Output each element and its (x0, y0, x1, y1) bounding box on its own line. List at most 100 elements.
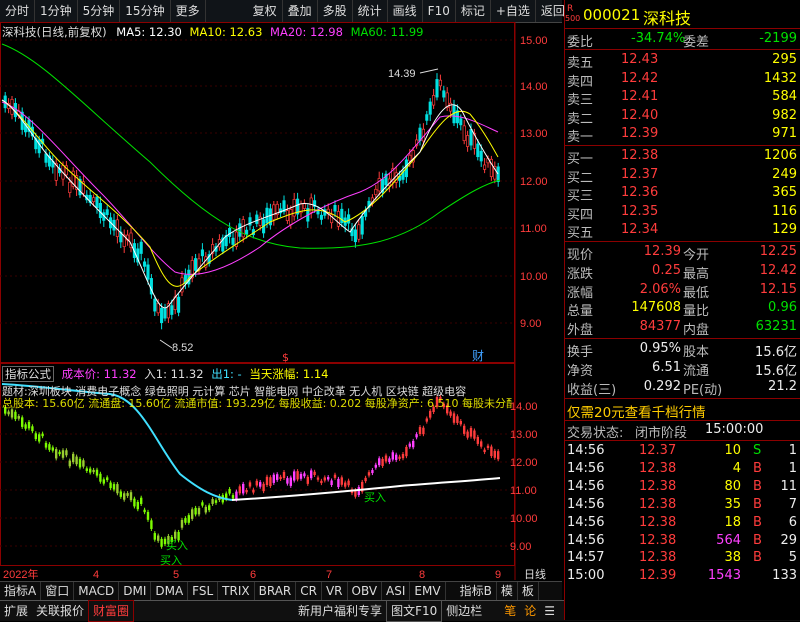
tab-dma[interactable]: DMA (151, 582, 189, 600)
related-quote-button[interactable]: 关联报价 (32, 601, 88, 621)
indicator-candle-body (398, 456, 401, 459)
event-marker-s[interactable]: $ (282, 351, 289, 364)
x-axis-label: 9 (495, 569, 501, 581)
extend-button[interactable]: 扩展 (0, 601, 32, 621)
tick-volume: 18 (724, 514, 741, 530)
bid-row[interactable]: 买四 12.35 116 (565, 204, 800, 223)
bid-row[interactable]: 买一 12.38 1206 (565, 148, 800, 167)
indicator-candle-body (238, 486, 241, 494)
tab-board[interactable]: 板 (518, 582, 539, 600)
indicator-candle-body (374, 464, 377, 468)
indicator-candle-body (497, 451, 500, 460)
new-user-benefit-link[interactable]: 新用户福利专享 (294, 601, 386, 621)
period-tab-more[interactable]: 更多 (171, 0, 206, 22)
period-tab-1min[interactable]: 1分钟 (35, 0, 78, 22)
indicator-candle-body (235, 491, 238, 500)
indicator-candle-body (21, 417, 24, 427)
period-tab-15min[interactable]: 15分钟 (120, 0, 171, 22)
add-favorite-button[interactable]: +自选 (491, 0, 536, 22)
ask-price: 12.42 (621, 70, 659, 86)
tab-template[interactable]: 模 (497, 582, 518, 600)
stat-value: 0.95% (639, 341, 681, 356)
period-tab-5min[interactable]: 5分钟 (78, 0, 121, 22)
adjust-button[interactable]: 复权 (248, 0, 283, 22)
candle-body (418, 127, 422, 142)
tab-brar[interactable]: BRAR (255, 582, 297, 600)
tab-asi[interactable]: ASI (382, 582, 411, 600)
bid-row[interactable]: 买三 12.36 365 (565, 185, 800, 204)
tab-fsl[interactable]: FSL (188, 582, 219, 600)
candle-body (139, 241, 143, 254)
code-prefix-top: R (567, 4, 574, 14)
financial-marker[interactable]: 财 (472, 349, 484, 363)
weicha-label: 委差 (683, 35, 710, 50)
tab-indicator-b[interactable]: 指标B (456, 582, 497, 600)
tab-cr[interactable]: CR (296, 582, 322, 600)
bid-row[interactable]: 买二 12.37 249 (565, 167, 800, 186)
candlestick-series (3, 73, 500, 330)
indicator-candle-body (415, 434, 418, 438)
indicator-candle-body (381, 458, 384, 466)
tab-obv[interactable]: OBV (348, 582, 383, 600)
tick-volume: 564 (716, 532, 741, 548)
indicator-candle-body (255, 480, 258, 486)
candle-body (163, 308, 167, 319)
candle-body (476, 143, 480, 158)
tick-side: B (753, 532, 762, 548)
tab-window[interactable]: 窗口 (41, 582, 75, 600)
indicator-candle-body (65, 450, 68, 456)
candle-body (200, 249, 204, 257)
kline-chart-area[interactable]: 15.00 14.00 13.00 12.00 11.00 10.00 9.00… (0, 22, 562, 597)
tab-dmi[interactable]: DMI (119, 582, 152, 600)
draw-line-button[interactable]: 画线 (388, 0, 423, 22)
indicator-candle-body (201, 502, 204, 506)
multi-stock-button[interactable]: 多股 (318, 0, 353, 22)
indicator-candle-body (313, 471, 316, 476)
tick-row: 14:56 12.38 35 B 7 (565, 497, 800, 515)
f10-graphic-button[interactable]: 图文F10 (386, 600, 443, 622)
period-tab-timeshare[interactable]: 分时 (0, 0, 36, 22)
candle-body (255, 214, 259, 224)
tick-row: 14:57 12.38 38 B 5 (565, 550, 800, 568)
forum-icon[interactable]: 论 (520, 601, 540, 621)
ask-row[interactable]: 卖一 12.39 971 (565, 126, 800, 145)
indicator-candle-body (106, 477, 109, 481)
ask-row[interactable]: 卖三 12.41 584 (565, 89, 800, 108)
bid-price: 12.34 (621, 222, 659, 237)
x-axis-label: 2022年 (3, 567, 38, 581)
indicator-candle-body (55, 449, 58, 459)
candle-body (37, 139, 41, 154)
tick-row: 14:56 12.38 4 B 1 (565, 461, 800, 479)
tab-emv[interactable]: EMV (410, 582, 446, 600)
indicator-candle-body (265, 476, 269, 485)
bid-level-label: 买五 (567, 226, 594, 241)
ask-row[interactable]: 卖四 12.42 1432 (565, 70, 800, 90)
period-label[interactable]: 日线 (524, 567, 546, 581)
mark-button[interactable]: 标记 (456, 0, 491, 22)
menu-icon[interactable]: ☰ (540, 601, 559, 621)
sidebar-button[interactable]: 侧边栏 (442, 601, 486, 621)
tab-trix[interactable]: TRIX (218, 582, 255, 600)
ask-row[interactable]: 卖五 12.43 295 (565, 52, 800, 71)
wealth-circle-button[interactable]: 财富圈 (88, 600, 135, 622)
indicator-candle-body (490, 446, 493, 457)
tab-macd[interactable]: MACD (74, 582, 120, 600)
promo-text[interactable]: 仅需20元查看千档行情 (567, 401, 706, 421)
y-tick-indicator: 12.00 (510, 457, 538, 469)
pen-icon[interactable]: 笔 (500, 601, 520, 621)
overlay-button[interactable]: 叠加 (283, 0, 318, 22)
indicator-formula-button[interactable]: 指标公式 (2, 366, 54, 382)
indicator-candle-body (252, 489, 255, 493)
stat-row: 涨幅 2.06% 最低 12.15 (565, 282, 800, 301)
stat-value: 0.25 (652, 262, 681, 278)
bid-row[interactable]: 买五 12.34 129 (565, 222, 800, 241)
indicator-candle-body (333, 474, 337, 478)
tab-vr[interactable]: VR (322, 582, 348, 600)
chart-toolbar: 分时 1分钟 5分钟 15分钟 更多 复权 叠加 多股 统计 画线 F10 标记… (0, 0, 571, 23)
promo-banner[interactable]: 仅需20元查看千档行情 (565, 401, 800, 421)
tab-indicator-a[interactable]: 指标A (0, 582, 42, 600)
bid-price: 12.36 (621, 185, 659, 200)
statistics-button[interactable]: 统计 (353, 0, 388, 22)
f10-button[interactable]: F10 (423, 0, 456, 22)
ask-row[interactable]: 卖二 12.40 982 (565, 108, 800, 127)
